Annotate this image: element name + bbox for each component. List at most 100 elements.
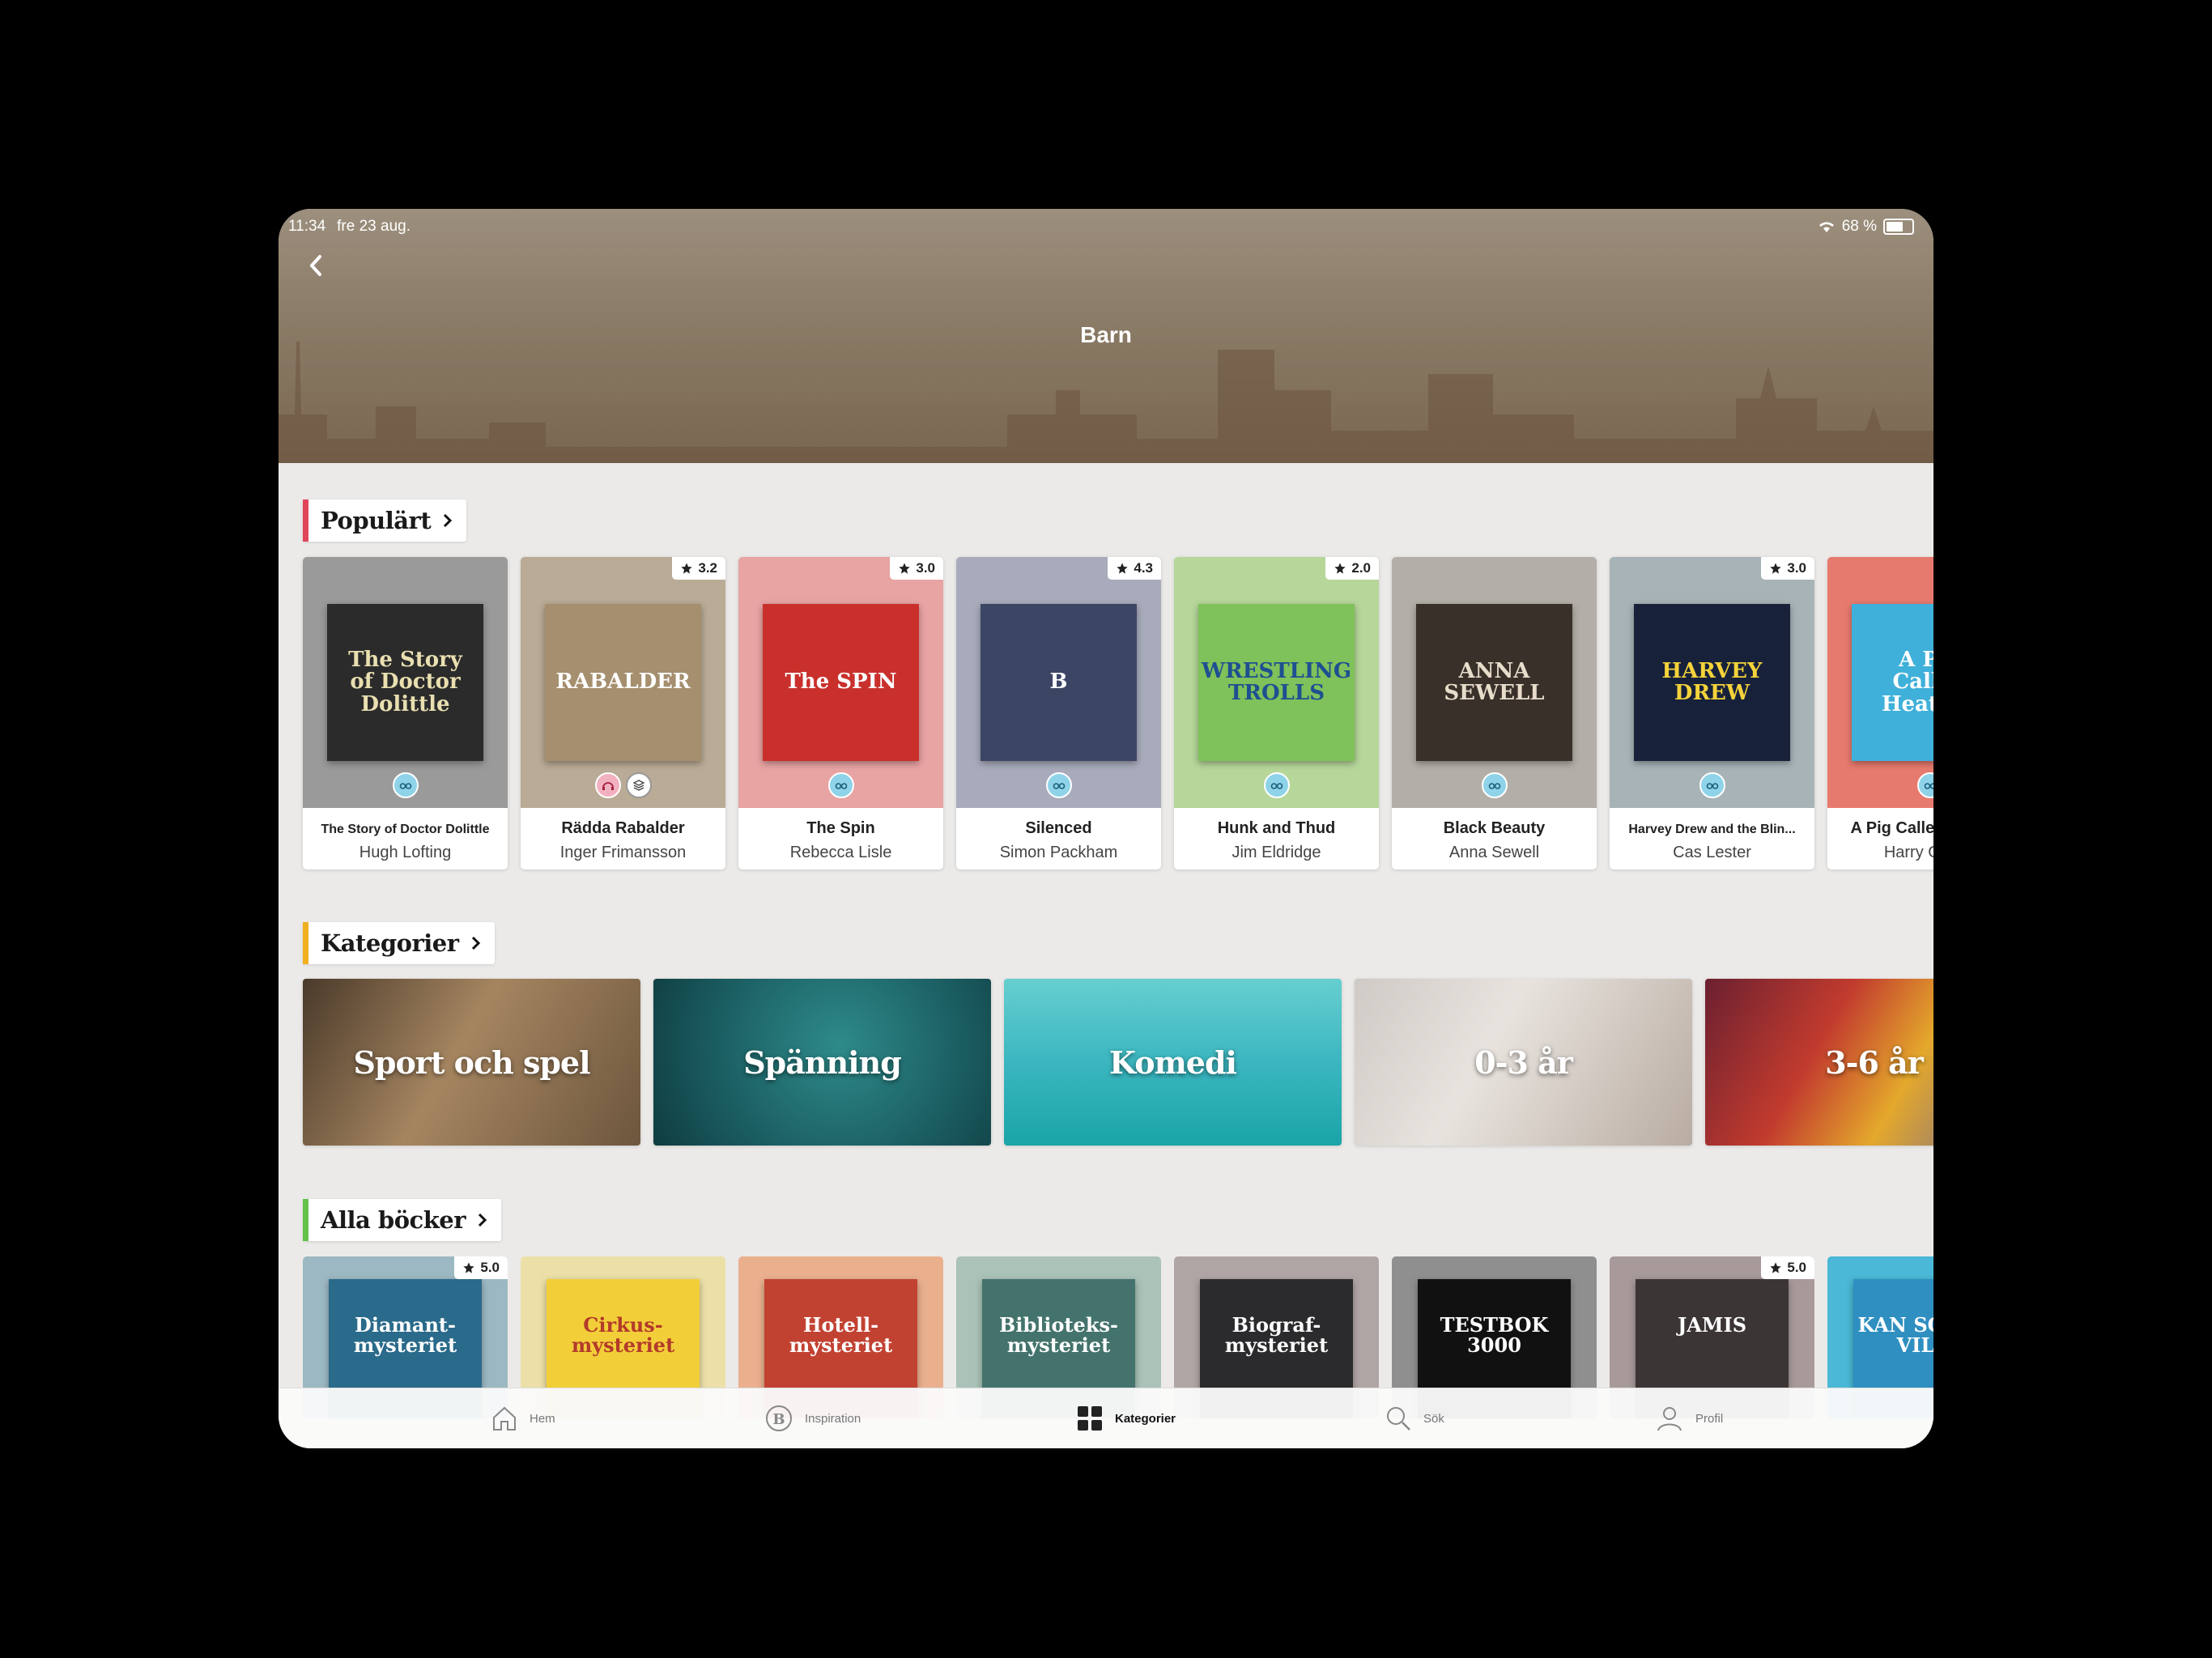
tab-home[interactable]: Hem (491, 1388, 555, 1448)
rating-value: 3.2 (698, 560, 717, 576)
category-label: 3-6 år (1825, 1044, 1924, 1081)
ebook-format-icon (827, 772, 854, 798)
cover-text: JAMIS (1677, 1313, 1747, 1337)
cover-text: KAN SOM SÅ VILLE (1857, 1313, 1933, 1358)
battery-percent: 68 % (1841, 218, 1877, 235)
chevron-left-icon (310, 255, 321, 276)
format-badges (956, 772, 1161, 798)
book-author: Simon Packham (999, 844, 1118, 861)
tab-label: Kategorier (1115, 1411, 1176, 1426)
cover-text: Diamant-mysteriet (353, 1313, 457, 1358)
format-badges (1174, 772, 1379, 798)
book-card[interactable]: WRESTLING TROLLS 2.0 Hunk and Thud Jim E… (1174, 557, 1379, 869)
book-cover: The Story of Doctor Dolittle (327, 604, 483, 761)
stack-format-icon (625, 772, 652, 798)
rating-badge: 3.2 (672, 557, 725, 580)
home-icon (493, 1406, 516, 1431)
section-popular-header[interactable]: Populärt (303, 500, 467, 542)
cover-text: B (1049, 670, 1068, 695)
status-time: 11:34 (288, 218, 326, 235)
book-card[interactable]: RABALDER 3.2 Rädda Rabalder Inger Friman… (521, 557, 725, 869)
cover-text: The Story of Doctor Dolittle (348, 648, 462, 716)
cover-text: WRESTLING TROLLS (1201, 658, 1352, 705)
grid-icon (1078, 1406, 1102, 1431)
book-author: Jim Eldridge (1231, 844, 1321, 861)
inspiration-icon: B (766, 1405, 792, 1431)
format-badges (1392, 772, 1597, 798)
book-title: A Pig Called Heather (1850, 819, 1934, 837)
book-title: The Story of Doctor Dolittle (321, 823, 490, 836)
tab-label: Hem (530, 1411, 555, 1426)
section-accent (303, 1199, 308, 1241)
tab-label: Profil (1695, 1411, 1724, 1426)
section-accent (303, 500, 308, 542)
ebook-format-icon (392, 772, 419, 798)
book-cover: ANNA SEWELL (1416, 604, 1572, 761)
status-bar: 11:34 fre 23 aug. 68 % (288, 210, 1914, 243)
chevron-right-icon (444, 513, 453, 528)
book-card[interactable]: The SPIN 3.0 The Spin Rebecca Lisle (738, 557, 943, 869)
section-all-books-header[interactable]: Alla böcker (303, 1199, 502, 1241)
tab-inspiration[interactable]: B Inspiration (764, 1388, 861, 1448)
category-label: Sport och spel (353, 1044, 590, 1081)
section-title: Alla böcker (321, 1206, 466, 1234)
ebook-format-icon (1045, 772, 1072, 798)
category-label: Komedi (1109, 1044, 1237, 1081)
rating-value: 3.0 (1787, 560, 1806, 576)
ebook-format-icon (1481, 772, 1508, 798)
star-icon (899, 563, 911, 574)
section-categories-header[interactable]: Kategorier (303, 922, 495, 964)
format-badges (521, 772, 725, 798)
section-title: Populärt (321, 507, 432, 534)
section-accent (303, 922, 308, 964)
ebook-format-icon (1699, 772, 1725, 798)
cover-text: The SPIN (785, 670, 897, 695)
tab-label: Inspiration (805, 1411, 861, 1426)
star-icon (1770, 563, 1782, 574)
book-card[interactable]: ANNA SEWELL Black Beauty Anna Sewell (1392, 557, 1597, 869)
rating-badge: 4.3 (1108, 557, 1161, 580)
star-icon (681, 563, 693, 574)
rating-value: 5.0 (1787, 1260, 1806, 1275)
book-cover: B (981, 604, 1137, 761)
book-card[interactable]: HARVEY DREW 3.0 Harvey Drew and the Blin… (1610, 557, 1814, 869)
book-author: Anna Sewell (1448, 844, 1540, 861)
cover-text: Hotell-mysteriet (789, 1313, 893, 1358)
tab-profile[interactable]: Profil (1655, 1388, 1723, 1448)
rating-value: 5.0 (480, 1260, 500, 1275)
book-title: Rädda Rabalder (561, 819, 685, 837)
rating-badge: 3.0 (890, 557, 943, 580)
ebook-format-icon (1916, 772, 1933, 798)
rating-badge: 5.0 (1761, 1256, 1814, 1279)
book-card[interactable]: A Pig Called Heather A Pig Called Heathe… (1827, 557, 1933, 869)
category-tile[interactable]: Sport och spel (303, 979, 640, 1146)
svg-text:B: B (772, 1411, 785, 1428)
tab-categories[interactable]: Kategorier (1076, 1388, 1176, 1448)
book-title: Black Beauty (1443, 819, 1546, 837)
profile-icon (1657, 1407, 1682, 1431)
app-window: 11:34 fre 23 aug. 68 % Barn Populärt The… (279, 209, 1933, 1448)
categories-row: Sport och spel Spänning Komedi 0-3 år 3-6 år (303, 979, 1933, 1146)
book-cover: WRESTLING TROLLS (1198, 604, 1355, 761)
back-button[interactable] (298, 248, 334, 283)
battery-icon (1883, 219, 1914, 235)
popular-books-row: The Story of Doctor Dolittle The Story o… (303, 557, 1933, 869)
book-card[interactable]: B 4.3 Silenced Simon Packham (956, 557, 1161, 869)
ebook-format-icon (1263, 772, 1290, 798)
header-banner: 11:34 fre 23 aug. 68 % Barn (279, 209, 1933, 463)
star-icon (1770, 1262, 1782, 1273)
rating-badge: 3.0 (1761, 557, 1814, 580)
category-tile[interactable]: 3-6 år (1705, 979, 1933, 1146)
book-author: Rebecca Lisle (789, 844, 892, 861)
book-card[interactable]: The Story of Doctor Dolittle The Story o… (303, 557, 508, 869)
tab-search[interactable]: Sök (1385, 1388, 1444, 1448)
status-date: fre 23 aug. (337, 218, 410, 235)
cover-text: Cirkus-mysteriet (571, 1313, 675, 1358)
category-tile[interactable]: Spänning (653, 979, 991, 1146)
book-author: Hugh Lofting (359, 844, 452, 861)
book-author: Inger Frimansson (559, 844, 687, 861)
rating-value: 4.3 (1134, 560, 1153, 576)
category-tile[interactable]: Komedi (1004, 979, 1342, 1146)
category-tile[interactable]: 0-3 år (1355, 979, 1692, 1146)
chevron-right-icon (471, 936, 480, 950)
